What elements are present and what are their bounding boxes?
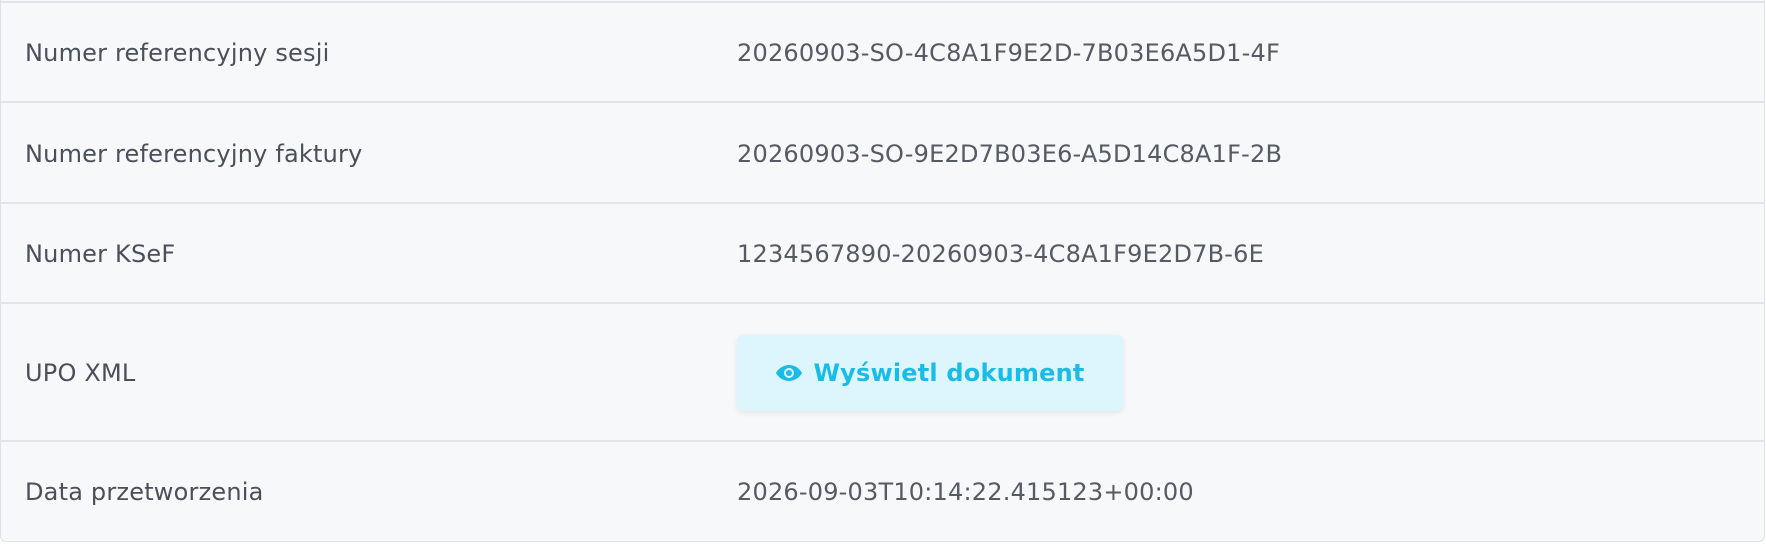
- invoice-ref-label: Numer referencyjny faktury: [25, 139, 363, 168]
- detail-row-invoice-ref: Numer referencyjny faktury 20260903-SO-9…: [1, 101, 1764, 204]
- detail-row-ksef-number: Numer KSeF 1234567890-20260903-4C8A1F9E2…: [1, 202, 1764, 303]
- detail-row-upo-xml: UPO XML Wyświetl dokument: [1, 302, 1764, 441]
- view-document-button[interactable]: Wyświetl dokument: [737, 334, 1123, 411]
- session-ref-value: 20260903-SO-4C8A1F9E2D-7B03E6A5D1-4F: [737, 39, 1280, 67]
- detail-row-processing-date: Data przetworzenia 2026-09-03T10:14:22.4…: [1, 440, 1764, 542]
- invoice-ref-value: 20260903-SO-9E2D7B03E6-A5D14C8A1F-2B: [737, 139, 1283, 168]
- ksef-number-value: 1234567890-20260903-4C8A1F9E2D7B-6E: [737, 239, 1264, 268]
- session-ref-label: Numer referencyjny sesji: [25, 39, 330, 67]
- view-document-label: Wyświetl dokument: [813, 358, 1085, 387]
- eye-icon: [775, 363, 803, 383]
- processing-date-label: Data przetworzenia: [25, 478, 264, 506]
- detail-row-session-ref: Numer referencyjny sesji 20260903-SO-4C8…: [1, 1, 1764, 103]
- processing-date-value: 2026-09-03T10:14:22.415123+00:00: [737, 478, 1194, 506]
- ksef-number-label: Numer KSeF: [25, 239, 176, 268]
- details-panel: Numer referencyjny sesji 20260903-SO-4C8…: [0, 0, 1765, 542]
- upo-xml-label: UPO XML: [25, 358, 136, 387]
